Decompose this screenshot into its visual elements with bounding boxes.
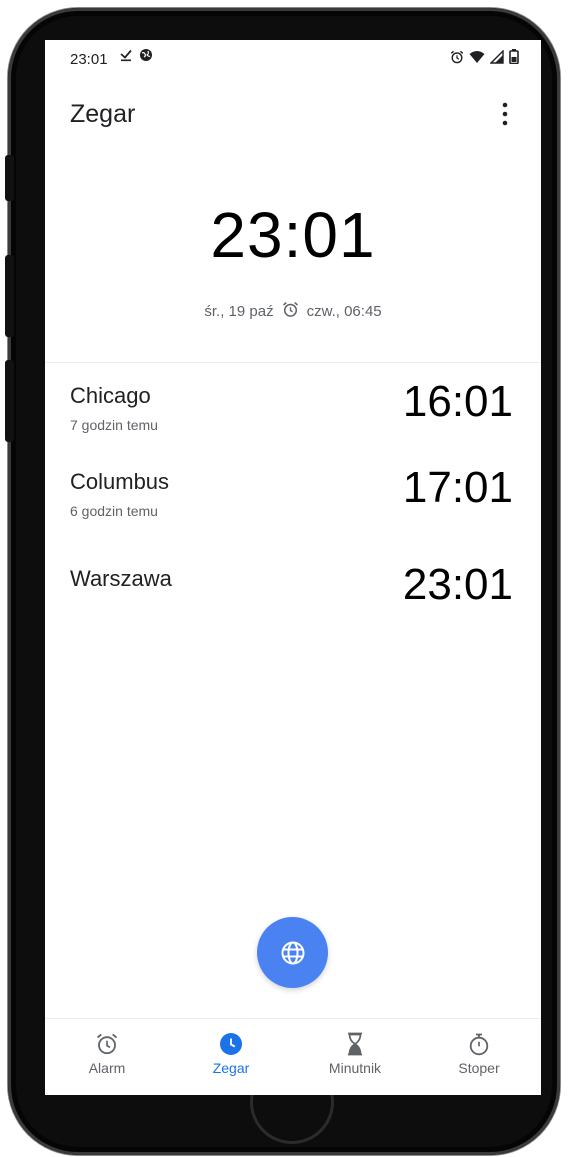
nav-label: Minutnik (328, 1060, 382, 1076)
nav-item-alarm[interactable]: Alarm (45, 1019, 169, 1095)
phone-silent-switch (5, 155, 14, 201)
city-time-difference: 7 godzin temu (70, 417, 158, 433)
signal-icon (490, 49, 504, 64)
stopwatch-icon (469, 1033, 489, 1056)
more-options-button[interactable] (489, 98, 521, 130)
city-name: Warszawa (70, 566, 172, 591)
nav-item-zegar[interactable]: Zegar (169, 1019, 293, 1095)
wifi-icon (469, 50, 485, 64)
hourglass-icon (348, 1032, 362, 1056)
next-alarm-time: czw., 06:45 (306, 303, 382, 320)
date-line: śr., 19 paź czw., 06:45 (45, 301, 541, 322)
add-city-button[interactable] (257, 917, 328, 988)
status-bar: 23:01 (45, 40, 541, 80)
more-vert-icon (502, 102, 508, 126)
nav-label: Stoper (458, 1060, 500, 1076)
city-time: 16:01 (402, 377, 513, 426)
screen: 23:01 Zegar 23:01 śr., 19 paź czw., 06:4… (45, 40, 541, 1095)
globe-icon (281, 941, 304, 964)
city-row-columbus[interactable]: Columbus 6 godzin temu 17:01 (45, 463, 541, 549)
next-alarm-icon (282, 301, 299, 322)
main-clock-time: 23:01 (210, 199, 376, 271)
city-row-chicago[interactable]: Chicago 7 godzin temu 16:01 (45, 377, 541, 463)
download-done-icon (119, 48, 133, 62)
city-name: Columbus (70, 469, 170, 494)
divider (45, 362, 541, 363)
status-left-icons (119, 48, 153, 62)
battery-icon (509, 49, 519, 64)
city-time: 17:01 (402, 463, 513, 512)
clock-icon (220, 1033, 242, 1055)
nav-item-stoper[interactable]: Stoper (417, 1019, 541, 1095)
nav-label: Alarm (88, 1060, 126, 1076)
alarm-status-icon (450, 50, 464, 64)
phone-volume-down (5, 360, 14, 442)
city-time-difference: 6 godzin temu (70, 503, 158, 519)
status-right-icons (450, 49, 519, 64)
bottom-navigation: Alarm Zegar Minutnik Stoper (45, 1018, 541, 1095)
alarm-icon (96, 1033, 118, 1055)
page-title: Zegar (70, 100, 136, 128)
nav-item-minutnik[interactable]: Minutnik (293, 1019, 417, 1095)
city-row-warszawa[interactable]: Warszawa 23:01 (45, 560, 541, 646)
city-time: 23:01 (402, 560, 513, 609)
vpn-globe-icon (139, 48, 153, 62)
current-date: śr., 19 paź (204, 303, 274, 320)
status-time: 23:01 (70, 51, 108, 68)
phone-volume-up (5, 255, 14, 337)
city-name: Chicago (70, 383, 151, 408)
nav-label: Zegar (212, 1060, 250, 1076)
